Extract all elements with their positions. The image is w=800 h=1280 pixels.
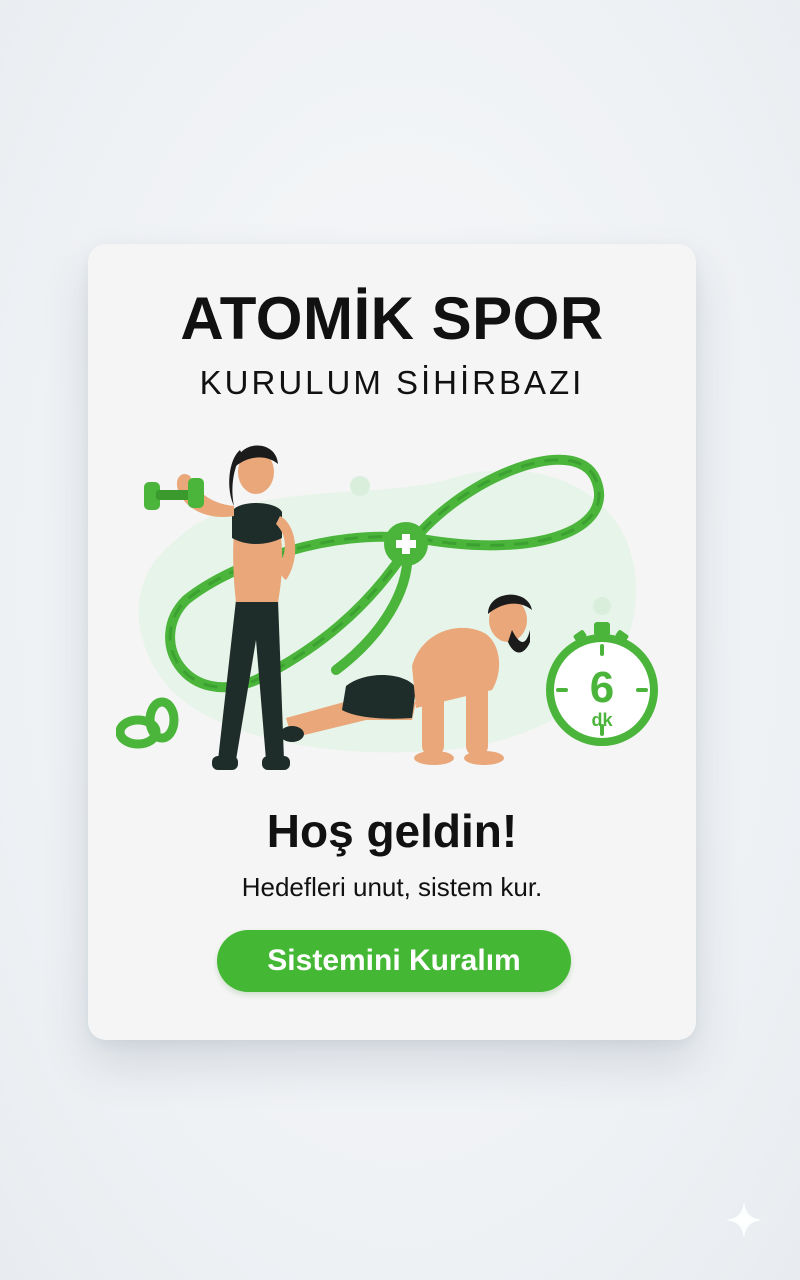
app-title: ATOMİK SPOR <box>180 285 604 352</box>
dumbbell-icon <box>144 478 204 510</box>
timer-value: 6 <box>590 663 614 712</box>
plus-icon <box>384 522 428 566</box>
chain-links-icon <box>116 697 179 749</box>
timer-unit: dk <box>591 710 613 730</box>
sparkle-icon <box>726 1202 762 1238</box>
setup-system-button[interactable]: Sistemini Kuralım <box>217 930 571 992</box>
welcome-tagline: Hedefleri unut, sistem kur. <box>241 872 543 902</box>
app-subtitle: KURULUM SİHİRBAZI <box>199 364 585 401</box>
welcome-card: ATOMİK SPOR KURULUM SİHİRBAZI 6 dk Hoş g… <box>88 244 696 1040</box>
hero-illustration: 6 dk <box>116 445 658 770</box>
welcome-heading: Hoş geldin! <box>266 805 518 857</box>
